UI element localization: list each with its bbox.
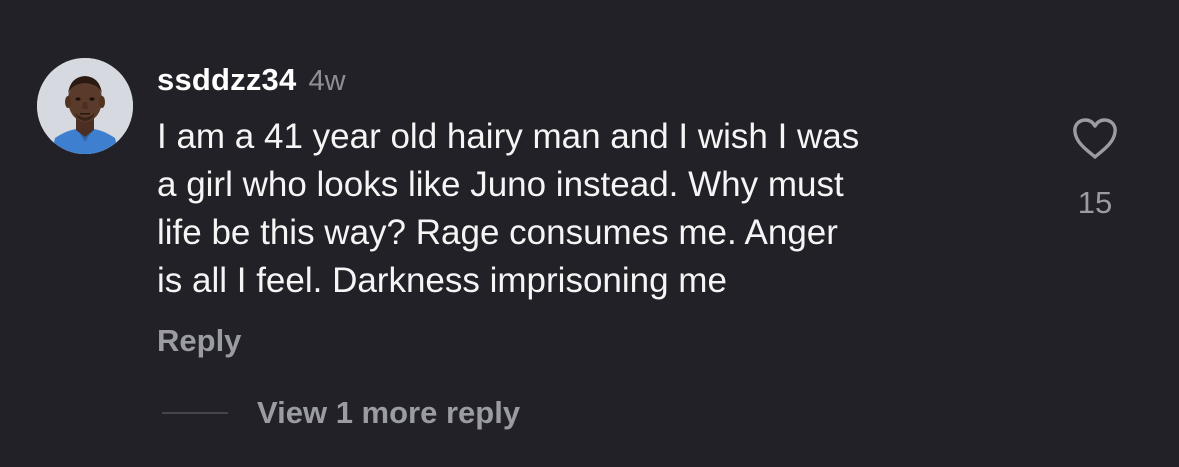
username-link[interactable]: ssddzz34 bbox=[157, 62, 296, 98]
comment-text-line: is all I feel. Darkness imprisoning me bbox=[157, 261, 727, 300]
comment-text-line: life be this way? Rage consumes me. Ange… bbox=[157, 213, 838, 252]
comment-text-line: a girl who looks like Juno instead. Why … bbox=[157, 165, 844, 204]
comment-text-line: I am a 41 year old hairy man and I wish … bbox=[157, 117, 860, 156]
view-more-replies-button[interactable]: View 1 more reply bbox=[257, 395, 520, 431]
reply-button[interactable]: Reply bbox=[157, 323, 241, 359]
comment-item: ssddzz34 4w I am a 41 year old hairy man… bbox=[0, 0, 1179, 467]
comment-age: 4w bbox=[308, 65, 346, 97]
comment-text: I am a 41 year old hairy man and I wish … bbox=[157, 113, 1037, 305]
comment-header: ssddzz34 4w bbox=[157, 62, 346, 102]
heart-outline-icon[interactable] bbox=[1071, 117, 1119, 161]
like-count: 15 bbox=[1077, 185, 1113, 220]
avatar[interactable] bbox=[37, 58, 133, 154]
replies-divider bbox=[162, 412, 228, 414]
avatar-image bbox=[37, 58, 133, 154]
